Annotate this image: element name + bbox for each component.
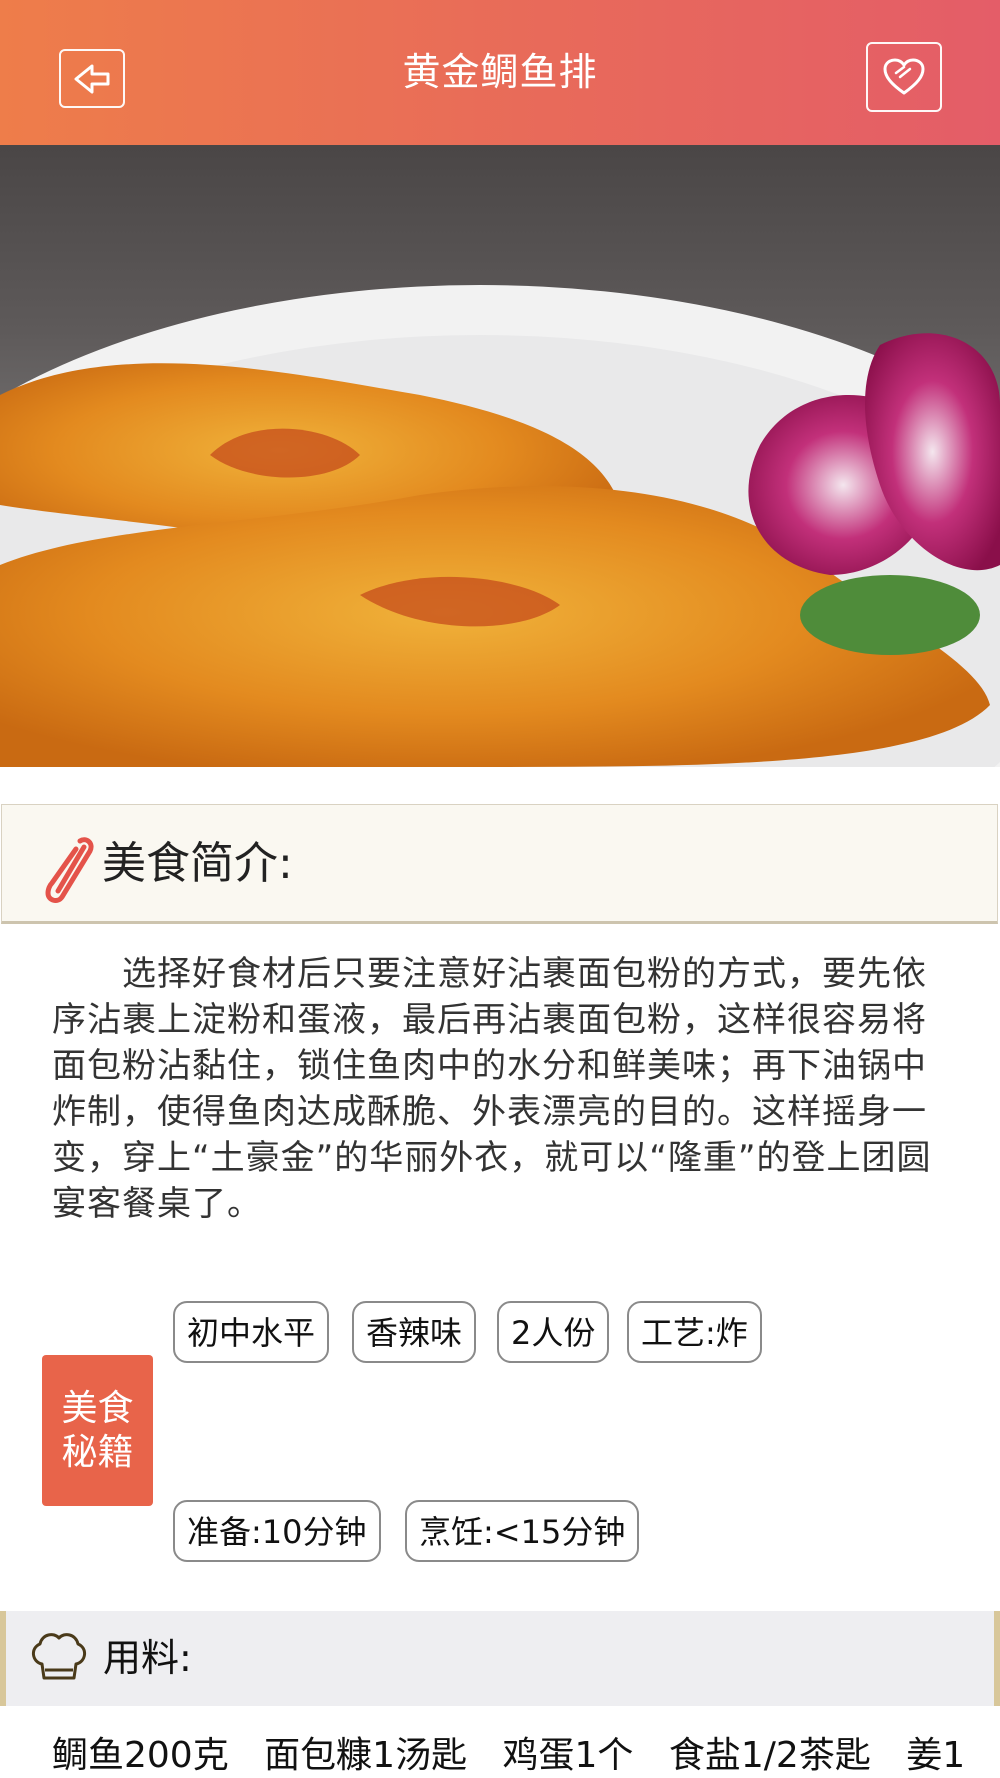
favorite-button[interactable] — [866, 42, 942, 112]
chef-hat-icon — [32, 1633, 86, 1680]
intro-description: 选择好食材后只要注意好沾裹面包粉的方式，要先依序沾裹上淀粉和蛋液，最后再沾裹面包… — [52, 954, 932, 1224]
ingredient-item: 鸡蛋1个 — [502, 1735, 634, 1776]
ingredient-item: 姜1 — [906, 1735, 966, 1776]
tag-servings: 2人份 — [497, 1301, 610, 1363]
intro-section-header: 美食简介: — [1, 804, 998, 924]
tag-flavor: 香辣味 — [352, 1301, 477, 1363]
tag-difficulty: 初中水平 — [173, 1301, 330, 1363]
secrets-badge: 美食 秘籍 — [42, 1355, 153, 1506]
ingredients-list: 鲷鱼200克 面包糠1汤匙 鸡蛋1个 食盐1/2茶匙 姜1 — [52, 1733, 1000, 1778]
ingredient-item: 食盐1/2茶匙 — [668, 1735, 871, 1776]
ingredients-section-header: 用料: — [0, 1611, 1000, 1706]
back-button[interactable] — [59, 49, 125, 108]
tag-prep-time: 准备:10分钟 — [173, 1500, 381, 1562]
page-title: 黄金鲷鱼排 — [402, 50, 598, 94]
tag-cook-time: 烹饪:<15分钟 — [405, 1500, 640, 1562]
dish-photo — [0, 145, 1000, 767]
paperclip-icon — [45, 837, 94, 903]
intro-heading: 美食简介: — [102, 838, 293, 889]
heart-icon — [883, 58, 925, 95]
ingredient-item: 鲷鱼200克 — [52, 1735, 229, 1776]
secrets-badge-line2: 秘籍 — [61, 1431, 134, 1473]
ingredient-item: 面包糠1汤匙 — [264, 1735, 468, 1776]
secrets-badge-line1: 美食 — [61, 1387, 134, 1429]
back-arrow-icon — [74, 64, 110, 93]
app-header: 黄金鲷鱼排 — [0, 0, 1000, 145]
ingredients-heading: 用料: — [103, 1636, 192, 1680]
tag-technique: 工艺:炸 — [627, 1301, 762, 1363]
